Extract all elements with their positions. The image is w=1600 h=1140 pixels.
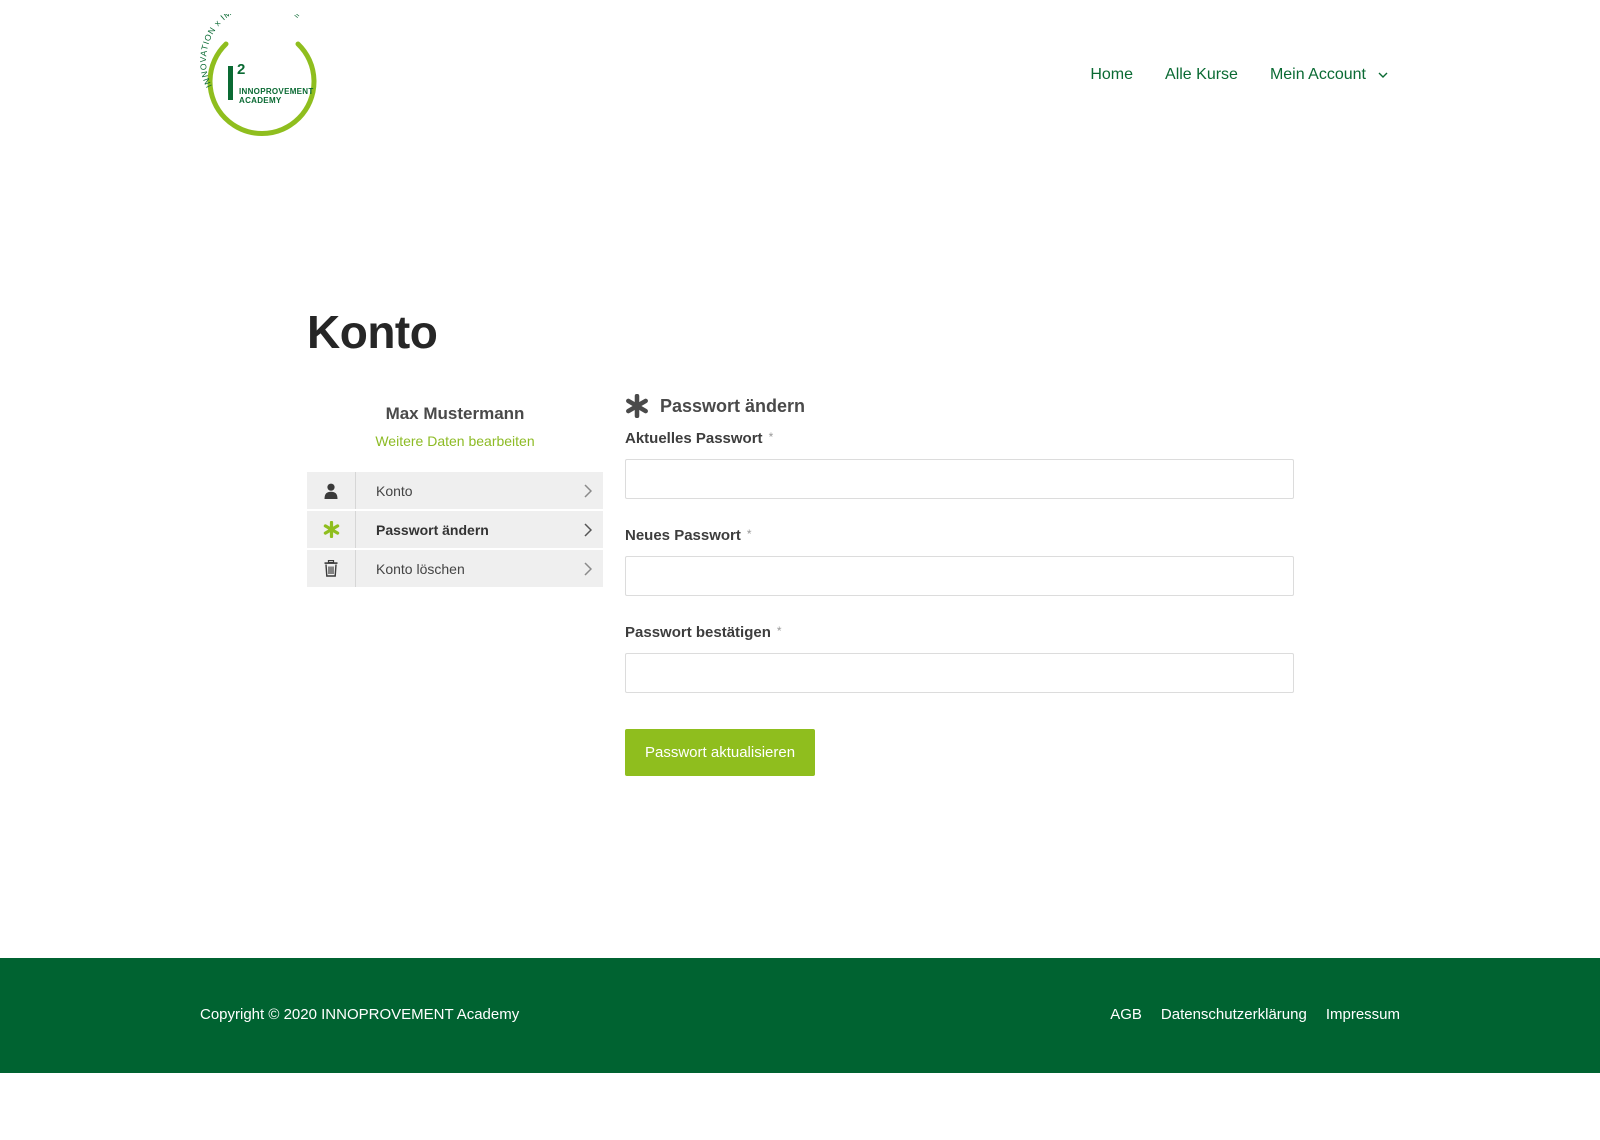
sidebar-item-konto[interactable]: Konto xyxy=(307,472,603,509)
site-footer: Copyright © 2020 INNOPROVEMENT Academy A… xyxy=(0,958,1600,1073)
logo-line1: INNOPROVEMENT xyxy=(239,87,314,96)
trash-icon xyxy=(307,550,356,587)
required-mark: * xyxy=(768,430,774,444)
nav-mein-account[interactable]: Mein Account xyxy=(1270,66,1388,84)
nav-mein-account-label: Mein Account xyxy=(1269,66,1366,83)
edit-profile-link[interactable]: Weitere Daten bearbeiten xyxy=(307,433,603,449)
nav-home[interactable]: Home xyxy=(1090,66,1133,84)
user-name: Max Mustermann xyxy=(385,404,525,423)
required-mark: * xyxy=(746,527,752,541)
account-menu: Konto Passwort ändern Konto löschen xyxy=(307,472,603,587)
asterisk-icon xyxy=(626,394,648,418)
page-title: Konto xyxy=(307,306,438,358)
form-heading: Passwort ändern xyxy=(625,394,1294,418)
current-password-label-text: Aktuelles Passwort xyxy=(625,430,763,447)
site-header: INNOVATION x IMPROVEMENT = 2 INNOPROVEME… xyxy=(0,0,1600,160)
chevron-right-icon xyxy=(573,483,603,498)
new-password-label-text: Neues Passwort xyxy=(625,527,741,544)
chevron-right-icon xyxy=(573,561,603,576)
change-password-form: Passwort ändern Aktuelles Passwort * Neue… xyxy=(625,394,1294,776)
logo-line2: ACADEMY xyxy=(239,96,282,105)
sidebar-item-konto-loeschen[interactable]: Konto löschen xyxy=(307,550,603,587)
footer-link-impressum[interactable]: Impressum xyxy=(1326,1006,1400,1023)
account-sidebar: Max Mustermann Weitere Daten bearbeiten … xyxy=(307,404,603,589)
new-password-label: Neues Passwort * xyxy=(625,527,1294,544)
asterisk-icon xyxy=(307,511,356,548)
logo-superscript: 2 xyxy=(237,61,245,78)
innoprovement-academy-logo[interactable]: INNOVATION x IMPROVEMENT = 2 INNOPROVEME… xyxy=(198,14,328,144)
footer-copyright: Copyright © 2020 INNOPROVEMENT Academy xyxy=(200,1006,520,1023)
nav-home-label: Home xyxy=(1090,66,1134,83)
sidebar-item-label: Konto löschen xyxy=(376,560,465,577)
confirm-password-input[interactable] xyxy=(625,653,1294,693)
chevron-right-icon xyxy=(573,522,603,537)
chevron-down-icon xyxy=(1378,72,1388,78)
main-nav: Home Alle Kurse Mein Account xyxy=(1058,66,1388,84)
sidebar-item-label: Konto xyxy=(376,482,413,499)
new-password-input[interactable] xyxy=(625,556,1294,596)
sidebar-item-passwort-aendern[interactable]: Passwort ändern xyxy=(307,511,603,548)
user-icon xyxy=(307,472,356,509)
confirm-password-label-text: Passwort bestätigen xyxy=(625,624,771,641)
sidebar-item-label: Passwort ändern xyxy=(376,521,489,538)
current-password-input[interactable] xyxy=(625,459,1294,499)
footer-link-agb[interactable]: AGB xyxy=(1110,1006,1142,1023)
nav-alle-kurse[interactable]: Alle Kurse xyxy=(1165,66,1238,84)
logo-ring-text: INNOVATION x IMPROVEMENT = xyxy=(198,14,302,89)
footer-link-datenschutz[interactable]: Datenschutzerklärung xyxy=(1161,1006,1307,1023)
nav-alle-kurse-label: Alle Kurse xyxy=(1165,66,1238,83)
svg-text:INNOVATION x IMPROVEMENT =: INNOVATION x IMPROVEMENT = xyxy=(198,14,303,89)
required-mark: * xyxy=(776,624,782,638)
update-password-button[interactable]: Passwort aktualisieren xyxy=(625,729,816,776)
confirm-password-label: Passwort bestätigen * xyxy=(625,624,1294,641)
current-password-label: Aktuelles Passwort * xyxy=(625,430,1294,447)
form-heading-text: Passwort ändern xyxy=(660,395,806,416)
footer-links: AGB Datenschutzerklärung Impressum xyxy=(1091,1006,1400,1023)
